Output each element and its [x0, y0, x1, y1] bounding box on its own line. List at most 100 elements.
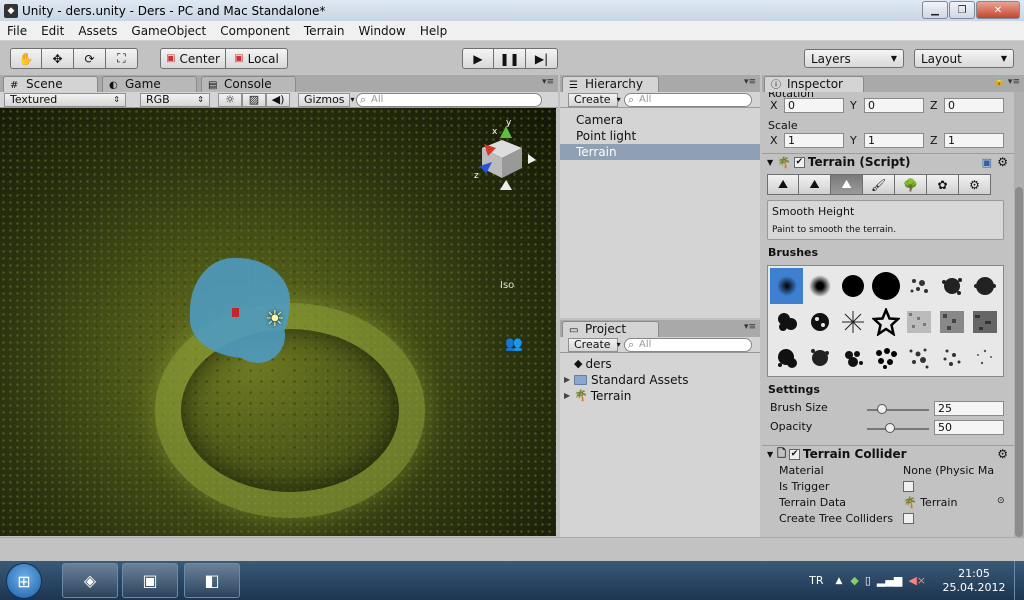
brush-scatter-3[interactable] — [968, 340, 1001, 376]
tab-hierarchy[interactable]: ☰ Hierarchy — [562, 76, 659, 92]
brush-hard-medium[interactable] — [836, 268, 869, 304]
tree-colliders-checkbox[interactable] — [903, 513, 914, 524]
lock-icon[interactable]: 🔒 ▾≡ — [994, 77, 1020, 87]
opacity-field[interactable]: 50 — [934, 420, 1004, 435]
menu-component[interactable]: Component — [213, 24, 297, 38]
brush-dots[interactable] — [869, 340, 902, 376]
brush-hard-large[interactable] — [869, 268, 902, 304]
is-trigger-checkbox[interactable] — [903, 481, 914, 492]
scene-viewport[interactable]: ☀ 👥 x y z Iso — [0, 108, 556, 536]
panel-menu-icon[interactable]: ▾≡ — [542, 77, 554, 87]
brush-splatter-1[interactable] — [902, 268, 935, 304]
material-value[interactable]: None (Physic Ma — [903, 464, 994, 477]
object-picker-icon[interactable]: ⊙ — [997, 496, 1005, 506]
layout-dropdown[interactable]: Layout ▼ — [914, 49, 1014, 68]
brush-scatter-2[interactable] — [935, 340, 968, 376]
language-indicator[interactable]: TR — [809, 574, 823, 587]
hierarchy-search-input[interactable]: All — [624, 92, 752, 107]
collider-enabled-checkbox[interactable]: ✔ — [789, 448, 801, 460]
tab-game[interactable]: ◐ Game — [102, 76, 197, 92]
scene-search-input[interactable]: All — [356, 92, 542, 107]
tab-console[interactable]: ▤ Console — [201, 76, 296, 92]
start-button[interactable]: ⊞ — [6, 563, 42, 599]
menu-help[interactable]: Help — [413, 24, 454, 38]
pause-button[interactable]: ❚❚ — [494, 48, 526, 69]
menu-terrain[interactable]: Terrain — [297, 24, 352, 38]
project-item-ders[interactable]: ◆ ders — [560, 356, 760, 372]
scrollbar-thumb[interactable] — [1015, 187, 1023, 537]
view-projection-label[interactable]: Iso — [500, 280, 514, 291]
clock[interactable]: 21:05 25.04.2012 — [934, 567, 1014, 595]
network-shield-icon[interactable]: ◆ — [850, 574, 858, 587]
script-icon[interactable]: ▣ — [982, 156, 992, 169]
smooth-height-tool-button[interactable]: ⛰ — [831, 174, 863, 195]
terrain-data-field[interactable]: 🌴 Terrain — [903, 496, 957, 509]
device-icon[interactable]: ▯ — [865, 574, 871, 587]
hierarchy-item-camera[interactable]: Camera — [560, 112, 760, 128]
render-mode-dropdown[interactable]: Textured ⇕ — [4, 92, 126, 107]
raise-lower-tool-button[interactable]: ⛰ — [767, 174, 799, 195]
collapse-arrow-icon[interactable]: ▼ — [767, 450, 773, 459]
menu-assets[interactable]: Assets — [71, 24, 124, 38]
paint-details-tool-button[interactable]: ✿ — [927, 174, 959, 195]
paint-height-tool-button[interactable]: ⛰ — [799, 174, 831, 195]
inspector-scrollbar[interactable] — [1014, 92, 1024, 537]
terrain-enabled-checkbox[interactable]: ✔ — [793, 156, 805, 168]
brush-star[interactable] — [869, 304, 902, 340]
menu-file[interactable]: File — [0, 24, 34, 38]
layers-dropdown[interactable]: Layers ▼ — [804, 49, 904, 68]
brush-splatter-3[interactable] — [968, 268, 1001, 304]
tab-scene[interactable]: # Scene — [3, 76, 98, 92]
opacity-slider[interactable] — [867, 423, 929, 433]
brush-cluster-2[interactable] — [803, 304, 836, 340]
menu-gameobject[interactable]: GameObject — [124, 24, 213, 38]
color-mode-dropdown[interactable]: RGB ⇕ — [140, 92, 210, 107]
brush-noise-2[interactable] — [935, 304, 968, 340]
brush-noise-1[interactable] — [902, 304, 935, 340]
project-search-input[interactable]: All — [624, 337, 752, 352]
rotation-z-field[interactable]: 0 — [944, 98, 1004, 113]
brush-blob-2[interactable] — [803, 340, 836, 376]
rotate-tool-button[interactable]: ⟳ — [74, 48, 106, 69]
close-button[interactable]: ✕ — [976, 1, 1020, 19]
gear-icon[interactable]: ⚙ — [997, 155, 1008, 169]
brush-blob-3[interactable] — [836, 340, 869, 376]
scale-x-field[interactable]: 1 — [784, 133, 844, 148]
step-button[interactable]: ▶| — [526, 48, 558, 69]
maximize-button[interactable]: ❐ — [949, 1, 975, 19]
menu-window[interactable]: Window — [352, 24, 413, 38]
pivot-center-button[interactable]: ▣ Center — [160, 48, 226, 69]
audio-toggle[interactable]: ◀) — [266, 92, 290, 107]
paint-texture-tool-button[interactable]: 🖌 — [863, 174, 895, 195]
rotation-y-field[interactable]: 0 — [864, 98, 924, 113]
minimize-button[interactable]: ▁ — [922, 1, 948, 19]
brush-splatter-2[interactable] — [935, 268, 968, 304]
taskbar-media-app[interactable]: ▣ — [122, 563, 178, 598]
hierarchy-item-point-light[interactable]: Point light — [560, 128, 760, 144]
hierarchy-item-terrain[interactable]: Terrain — [560, 144, 760, 160]
panel-menu-icon[interactable]: ▾≡ — [744, 322, 756, 332]
brush-blob-1[interactable] — [770, 340, 803, 376]
scale-y-field[interactable]: 1 — [864, 133, 924, 148]
camera-gizmo[interactable] — [232, 308, 239, 317]
menu-edit[interactable]: Edit — [34, 24, 71, 38]
taskbar-app-3[interactable]: ◧ — [184, 563, 240, 598]
project-item-standard-assets[interactable]: ▶ Standard Assets — [560, 372, 760, 388]
pivot-local-button[interactable]: ▣ Local — [226, 48, 288, 69]
taskbar-unity[interactable]: ◈ — [62, 563, 118, 598]
scale-z-field[interactable]: 1 — [944, 133, 1004, 148]
project-create-dropdown[interactable]: Create ▾ — [568, 337, 621, 352]
panel-menu-icon[interactable]: ▾≡ — [744, 77, 756, 87]
play-button[interactable]: ▶ — [462, 48, 494, 69]
show-desktop-button[interactable] — [1014, 561, 1024, 600]
expand-arrow-icon[interactable]: ▶ — [564, 372, 574, 388]
scene-fx-toggle[interactable]: ▨ — [242, 92, 266, 107]
tab-inspector[interactable]: ⓘ Inspector — [764, 76, 864, 92]
volume-muted-icon[interactable]: ◀× — [908, 574, 926, 587]
scale-tool-button[interactable]: ⛶ — [106, 48, 138, 69]
brush-size-slider[interactable] — [867, 404, 929, 414]
brush-size-slider-knob[interactable] — [877, 404, 888, 414]
brush-soft-medium[interactable] — [803, 268, 836, 304]
move-tool-button[interactable]: ✥ — [42, 48, 74, 69]
opacity-slider-knob[interactable] — [885, 423, 896, 433]
